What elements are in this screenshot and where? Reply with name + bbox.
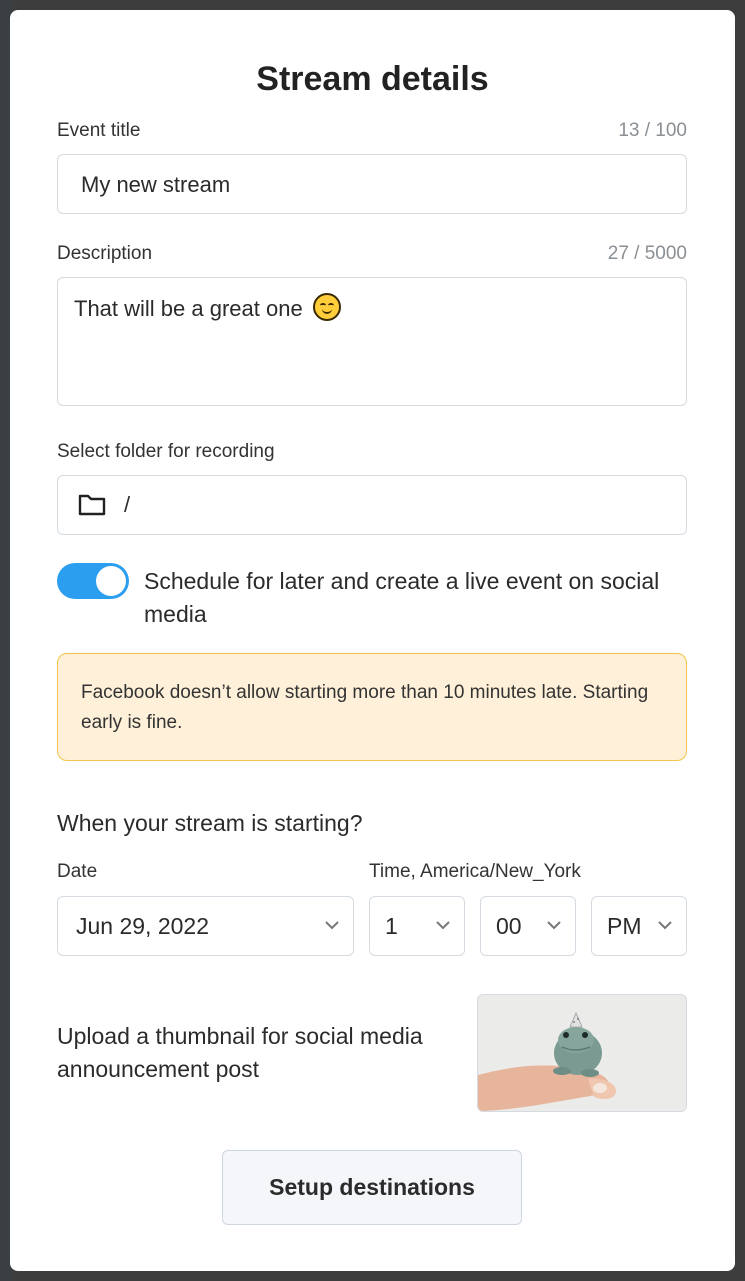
event-title-counter: 13 / 100	[618, 120, 687, 141]
date-label: Date	[57, 861, 98, 882]
chevron-down-icon	[436, 921, 450, 930]
notice-text: Facebook doesn’t allow starting more tha…	[81, 682, 649, 733]
start-question: When your stream is starting?	[57, 810, 363, 836]
setup-destinations-button[interactable]: Setup destinations	[222, 1150, 522, 1225]
event-title-input[interactable]: My new stream	[57, 154, 687, 214]
chevron-down-icon	[547, 921, 561, 930]
minute-select[interactable]: 00	[480, 896, 576, 956]
description-label: Description	[57, 243, 153, 264]
ampm-select[interactable]: PM	[591, 896, 687, 956]
minute-value: 00	[496, 913, 522, 939]
backdrop	[0, 0, 10, 1281]
event-title-label: Event title	[57, 120, 141, 141]
schedule-toggle[interactable]	[57, 563, 129, 599]
toggle-knob	[96, 566, 126, 596]
event-title-value: My new stream	[81, 172, 231, 197]
folder-path: /	[124, 492, 131, 517]
description-value: That will be a great one	[74, 296, 303, 321]
description-counter: 27 / 5000	[607, 243, 687, 264]
thumbnail-image	[478, 995, 686, 1111]
chevron-down-icon	[325, 921, 339, 930]
facebook-notice: Facebook doesn’t allow starting more tha…	[57, 653, 687, 761]
thumbnail-label: Upload a thumbnail for social media anno…	[57, 1023, 423, 1082]
date-select[interactable]: Jun 29, 2022	[57, 896, 354, 956]
ampm-value: PM	[607, 913, 642, 939]
hour-select[interactable]: 1	[369, 896, 465, 956]
folder-icon	[78, 494, 106, 516]
folder-label: Select folder for recording	[57, 441, 275, 462]
time-label: Time, America/New_York	[369, 861, 581, 882]
hour-value: 1	[385, 913, 398, 939]
chevron-down-icon	[658, 921, 672, 930]
schedule-label: Schedule for later and create a live eve…	[144, 568, 660, 627]
description-textarea[interactable]: That will be a great one	[57, 277, 687, 406]
dialog-title: Stream details	[256, 60, 489, 98]
thumbnail-upload[interactable]	[477, 994, 687, 1112]
date-value: Jun 29, 2022	[76, 913, 210, 939]
smiling-face-icon	[312, 293, 341, 321]
folder-select[interactable]: /	[57, 475, 687, 535]
stream-details-dialog: Stream details Event title 13 / 100 My n…	[10, 10, 735, 1271]
